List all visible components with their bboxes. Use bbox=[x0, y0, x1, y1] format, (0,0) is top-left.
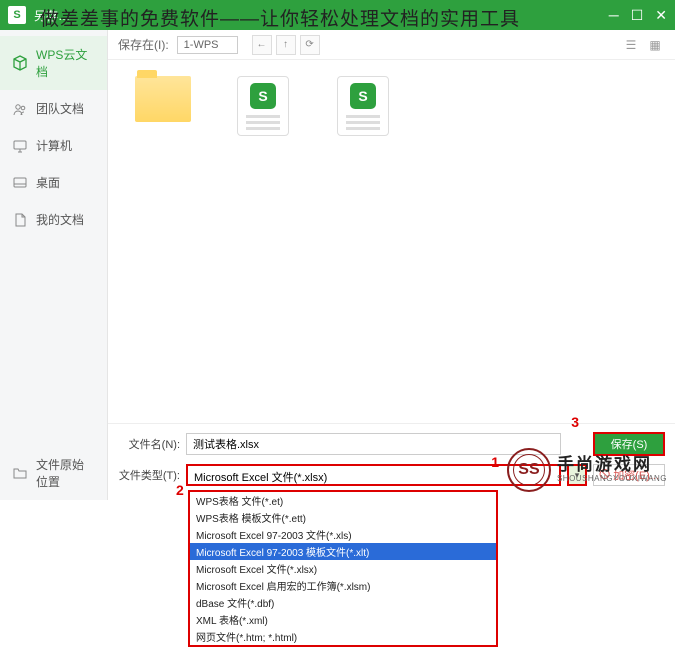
titlebar: S 另存… ─ ☐ ✕ bbox=[0, 0, 675, 30]
filetype-option[interactable]: Microsoft Excel 97-2003 模板文件(*.xlt) bbox=[190, 543, 496, 560]
filetype-dropdown-list[interactable]: WPS表格 文件(*.et)WPS表格 模板文件(*.ett)Microsoft… bbox=[188, 490, 498, 647]
watermark-title: 手尚游戏网 bbox=[557, 456, 667, 475]
sidebar-item-label: 计算机 bbox=[36, 137, 72, 154]
computer-icon bbox=[12, 138, 28, 154]
location-label: 保存在(I): bbox=[118, 36, 169, 53]
sidebar-item-team[interactable]: 团队文档 bbox=[0, 90, 107, 127]
filetype-option[interactable]: WPS表格 文件(*.et) bbox=[190, 492, 496, 509]
view-grid-icon[interactable]: ▦ bbox=[645, 35, 665, 55]
filetype-label: 文件类型(T): bbox=[118, 467, 180, 483]
file-item-spreadsheet[interactable]: S bbox=[228, 76, 298, 136]
filetype-option[interactable]: Microsoft Excel 文件(*.xlsx) bbox=[190, 560, 496, 577]
sidebar-item-original-location[interactable]: 文件原始位置 bbox=[0, 446, 107, 500]
filename-input[interactable] bbox=[186, 433, 561, 455]
watermark-logo-icon: SS bbox=[507, 448, 551, 492]
window-title: 另存… bbox=[34, 7, 609, 24]
filetype-option[interactable]: WPS表格 模板文件(*.ett) bbox=[190, 509, 496, 526]
maximize-button[interactable]: ☐ bbox=[631, 7, 644, 24]
sidebar-item-computer[interactable]: 计算机 bbox=[0, 127, 107, 164]
nav-back-button[interactable]: ← bbox=[252, 35, 272, 55]
filename-label: 文件名(N): bbox=[118, 436, 180, 452]
annotation-marker-1: 1 bbox=[491, 454, 499, 470]
team-icon bbox=[12, 101, 28, 117]
sidebar-item-label: 我的文档 bbox=[36, 211, 84, 228]
location-value: 1-WPS bbox=[184, 39, 219, 51]
sidebar-item-wps-cloud[interactable]: WPS云文档 bbox=[0, 36, 107, 90]
sidebar-item-desktop[interactable]: 桌面 bbox=[0, 164, 107, 201]
nav-up-button[interactable]: ↑ bbox=[276, 35, 296, 55]
watermark: SS 手尚游戏网 SHOUSHANGYOUXIWANG bbox=[507, 448, 667, 492]
cube-icon bbox=[12, 55, 28, 71]
annotation-marker-2: 2 bbox=[176, 482, 184, 498]
annotation-marker-3: 3 bbox=[571, 414, 579, 430]
filetype-option[interactable]: dBase 文件(*.dbf) bbox=[190, 594, 496, 611]
minimize-button[interactable]: ─ bbox=[609, 7, 619, 24]
location-select[interactable]: 1-WPS bbox=[177, 36, 238, 54]
file-browser[interactable]: S S bbox=[108, 60, 675, 423]
view-list-icon[interactable]: ☰ bbox=[621, 35, 641, 55]
watermark-subtitle: SHOUSHANGYOUXIWANG bbox=[557, 475, 667, 484]
sidebar-item-label: 桌面 bbox=[36, 174, 60, 191]
spreadsheet-icon: S bbox=[237, 76, 289, 136]
folder-icon bbox=[135, 76, 191, 122]
content-pane: 保存在(I): 1-WPS ← ↑ ⟳ ☰ ▦ S bbox=[108, 30, 675, 500]
folder-icon bbox=[12, 465, 28, 481]
spreadsheet-icon: S bbox=[337, 76, 389, 136]
filetype-option[interactable]: 网页文件(*.htm; *.html) bbox=[190, 628, 496, 645]
filetype-option[interactable]: XML 表格(*.xml) bbox=[190, 611, 496, 628]
sidebar-item-mydocs[interactable]: 我的文档 bbox=[0, 201, 107, 238]
filetype-option[interactable]: Microsoft Excel 启用宏的工作簿(*.xlsm) bbox=[190, 577, 496, 594]
location-toolbar: 保存在(I): 1-WPS ← ↑ ⟳ ☰ ▦ bbox=[108, 30, 675, 60]
close-button[interactable]: ✕ bbox=[655, 7, 667, 24]
file-item-spreadsheet[interactable]: S bbox=[328, 76, 398, 136]
sidebar-item-label: 文件原始位置 bbox=[36, 456, 95, 490]
mydocs-icon bbox=[12, 212, 28, 228]
desktop-icon bbox=[12, 175, 28, 191]
sidebar-item-label: WPS云文档 bbox=[36, 46, 95, 80]
nav-refresh-button[interactable]: ⟳ bbox=[300, 35, 320, 55]
sidebar: WPS云文档 团队文档 计算机 桌面 我的文档 文件原始位置 bbox=[0, 30, 108, 500]
sidebar-item-label: 团队文档 bbox=[36, 100, 84, 117]
filetype-select[interactable]: Microsoft Excel 文件(*.xlsx) bbox=[186, 464, 561, 486]
file-item-folder[interactable] bbox=[128, 76, 198, 122]
app-badge-icon: S bbox=[8, 6, 26, 24]
filetype-option[interactable]: Microsoft Excel 97-2003 文件(*.xls) bbox=[190, 526, 496, 543]
